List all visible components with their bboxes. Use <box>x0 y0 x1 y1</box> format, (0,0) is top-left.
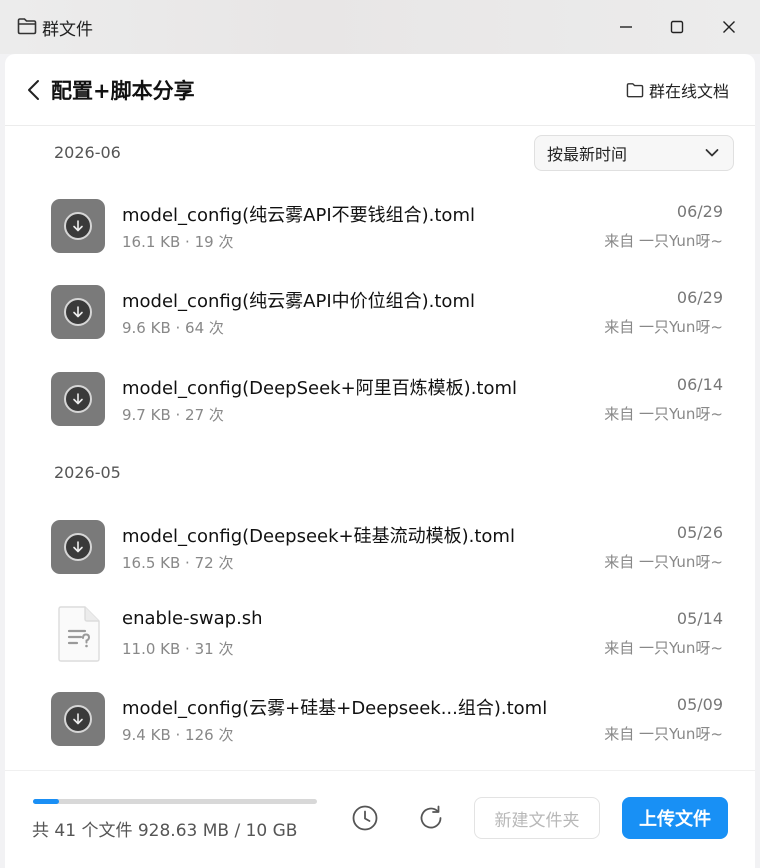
file-row[interactable]: model_config(Deepseek+硅基流动模板).toml 16.5 … <box>5 520 755 600</box>
file-date: 06/29 <box>676 202 723 221</box>
file-date: 05/09 <box>676 695 723 714</box>
title-bar: 群文件 <box>0 0 760 54</box>
minimize-icon <box>620 26 632 28</box>
file-name: model_config(DeepSeek+阿里百炼模板).toml <box>122 378 518 399</box>
storage-progress-fill <box>33 799 59 804</box>
file-uploader: 来自 一只Yun呀~ <box>604 725 723 743</box>
files-panel: 配置+脚本分享 群在线文档 2026-06 按最新时间 model_config… <box>5 54 755 868</box>
new-folder-button[interactable]: 新建文件夹 <box>474 797 600 839</box>
minimize-button[interactable] <box>612 14 640 40</box>
download-icon[interactable] <box>51 199 105 253</box>
file-meta: 9.6 KB · 64 次 <box>122 319 224 337</box>
chevron-down-icon <box>705 149 719 157</box>
footer-bar: 共 41 个文件 928.63 MB / 10 GB 新建文件夹 上传文件 <box>5 770 755 868</box>
maximize-icon <box>670 20 684 34</box>
back-arrow-icon[interactable] <box>25 78 43 102</box>
page-title: 配置+脚本分享 <box>51 79 195 103</box>
download-icon[interactable] <box>51 285 105 339</box>
file-name: model_config(纯云雾API中价位组合).toml <box>122 291 475 312</box>
sort-selected-label: 按最新时间 <box>547 145 628 164</box>
upload-file-button[interactable]: 上传文件 <box>622 797 728 839</box>
file-name: model_config(纯云雾API不要钱组合).toml <box>122 205 475 226</box>
file-meta: 16.5 KB · 72 次 <box>122 554 234 572</box>
sort-select[interactable]: 按最新时间 <box>534 135 734 171</box>
file-row[interactable]: model_config(云雾+硅基+Deepseek...组合).toml 9… <box>5 692 755 772</box>
file-uploader: 来自 一只Yun呀~ <box>604 553 723 571</box>
file-meta: 9.4 KB · 126 次 <box>122 726 234 744</box>
file-uploader: 来自 一只Yun呀~ <box>604 318 723 336</box>
file-date: 05/26 <box>676 523 723 542</box>
download-icon[interactable] <box>51 372 105 426</box>
group-files-window: 群文件 配置+脚本分享 群在线文档 2026-06 按最新时间 model_co… <box>0 0 760 868</box>
file-row[interactable]: model_config(DeepSeek+阿里百炼模板).toml 9.7 K… <box>5 372 755 452</box>
file-uploader: 来自 一只Yun呀~ <box>604 639 723 657</box>
group-date-label: 2026-05 <box>54 463 121 482</box>
file-row[interactable]: model_config(纯云雾API中价位组合).toml 9.6 KB · … <box>5 285 755 365</box>
unknown-file-icon <box>58 606 100 662</box>
storage-summary: 共 41 个文件 928.63 MB / 10 GB <box>32 821 298 841</box>
download-icon[interactable] <box>51 692 105 746</box>
online-docs-link[interactable]: 群在线文档 <box>626 78 729 102</box>
file-name: enable-swap.sh <box>122 608 263 629</box>
refresh-icon[interactable] <box>416 803 446 833</box>
file-meta: 16.1 KB · 19 次 <box>122 233 234 251</box>
close-button[interactable] <box>715 14 743 40</box>
window-title: 群文件 <box>42 20 93 40</box>
file-uploader: 来自 一只Yun呀~ <box>604 405 723 423</box>
history-icon[interactable] <box>350 803 380 833</box>
file-date: 06/14 <box>676 375 723 394</box>
file-name: model_config(Deepseek+硅基流动模板).toml <box>122 526 515 547</box>
file-row[interactable]: model_config(纯云雾API不要钱组合).toml 16.1 KB ·… <box>5 199 755 279</box>
folder-icon <box>17 18 37 35</box>
file-row[interactable]: enable-swap.sh 11.0 KB · 31 次 05/14 来自 一… <box>5 606 755 686</box>
close-icon <box>723 21 735 33</box>
download-icon[interactable] <box>51 520 105 574</box>
file-date: 05/14 <box>676 609 723 628</box>
file-meta: 9.7 KB · 27 次 <box>122 406 224 424</box>
group-date-label: 2026-06 <box>54 143 121 162</box>
online-docs-label: 群在线文档 <box>648 82 729 101</box>
file-uploader: 来自 一只Yun呀~ <box>604 232 723 250</box>
storage-progress-bar <box>33 799 317 804</box>
file-date: 06/29 <box>676 288 723 307</box>
folder-icon <box>626 83 644 98</box>
file-meta: 11.0 KB · 31 次 <box>122 640 234 658</box>
maximize-button[interactable] <box>663 14 691 40</box>
file-name: model_config(云雾+硅基+Deepseek...组合).toml <box>122 698 548 719</box>
panel-header: 配置+脚本分享 群在线文档 <box>5 54 755 126</box>
